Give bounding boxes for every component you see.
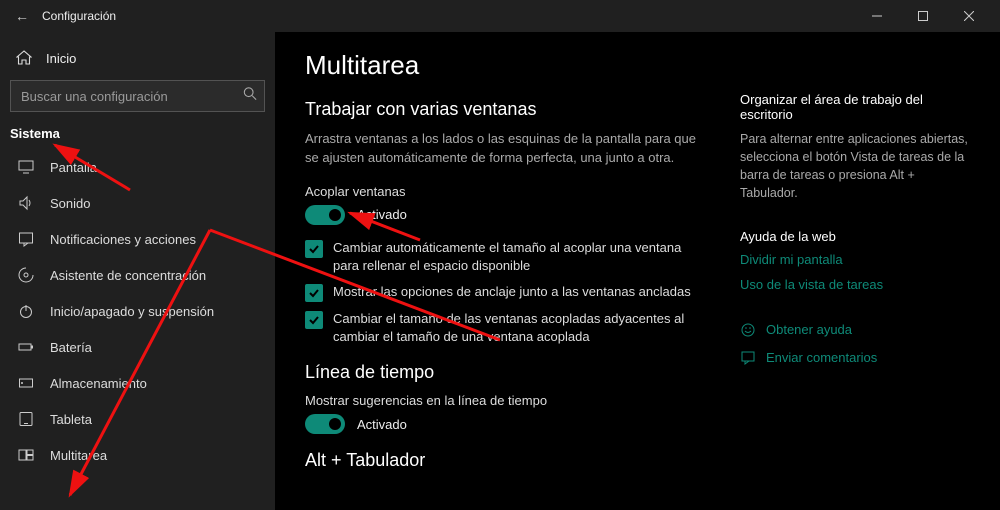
home-label: Inicio (46, 51, 76, 66)
sidebar-item-asistente[interactable]: Asistente de concentración (0, 257, 275, 293)
sidebar-item-almacenamiento[interactable]: Almacenamiento (0, 365, 275, 401)
sidebar-item-label: Notificaciones y acciones (50, 232, 196, 247)
link-label: Obtener ayuda (766, 322, 852, 337)
sidebar-item-label: Pantalla (50, 160, 97, 175)
sidebar-item-label: Batería (50, 340, 92, 355)
tablet-icon (18, 411, 34, 427)
minimize-button[interactable] (854, 0, 900, 32)
link-get-help[interactable]: Obtener ayuda (740, 322, 970, 338)
checkbox-auto-resize[interactable] (305, 240, 323, 258)
category-heading: Sistema (0, 116, 275, 149)
checkbox-resize-adjacent[interactable] (305, 311, 323, 329)
storage-icon (18, 375, 34, 391)
search-input[interactable] (10, 80, 265, 112)
sidebar-item-label: Inicio/apagado y suspensión (50, 304, 214, 319)
display-icon (18, 159, 34, 175)
power-icon (18, 303, 34, 319)
section-heading-snap: Trabajar con varias ventanas (305, 99, 700, 120)
sidebar-item-label: Multitarea (50, 448, 107, 463)
link-label: Enviar comentarios (766, 350, 877, 365)
nav-list: Pantalla Sonido Notificaciones y accione… (0, 149, 275, 473)
multitask-icon (18, 447, 34, 463)
checkbox-label: Cambiar automáticamente el tamaño al aco… (333, 239, 700, 275)
sidebar-item-bateria[interactable]: Batería (0, 329, 275, 365)
sidebar-item-tableta[interactable]: Tableta (0, 401, 275, 437)
focus-icon (18, 267, 34, 283)
search-icon (243, 87, 257, 106)
sidebar-item-label: Tableta (50, 412, 92, 427)
close-button[interactable] (946, 0, 992, 32)
notifications-icon (18, 231, 34, 247)
timeline-label: Mostrar sugerencias en la línea de tiemp… (305, 393, 700, 408)
checkbox-label: Cambiar el tamaño de las ventanas acopla… (333, 310, 700, 346)
checkbox-label: Mostrar las opciones de anclaje junto a … (333, 283, 691, 301)
side-heading-organize: Organizar el área de trabajo del escrito… (740, 92, 970, 122)
sidebar-item-sonido[interactable]: Sonido (0, 185, 275, 221)
snap-toggle-label: Acoplar ventanas (305, 184, 700, 199)
maximize-button[interactable] (900, 0, 946, 32)
search-container (10, 80, 265, 112)
timeline-toggle[interactable] (305, 414, 345, 434)
page-title: Multitarea (305, 50, 700, 81)
sidebar-item-inicio-apagado[interactable]: Inicio/apagado y suspensión (0, 293, 275, 329)
link-split-screen[interactable]: Dividir mi pantalla (740, 252, 970, 267)
section-heading-alttab: Alt + Tabulador (305, 450, 700, 471)
snap-toggle[interactable] (305, 205, 345, 225)
sidebar-item-notificaciones[interactable]: Notificaciones y acciones (0, 221, 275, 257)
sidebar-item-label: Sonido (50, 196, 90, 211)
timeline-toggle-state: Activado (357, 417, 407, 432)
link-feedback[interactable]: Enviar comentarios (740, 350, 970, 366)
feedback-icon (740, 350, 756, 366)
snap-toggle-state: Activado (357, 207, 407, 222)
home-icon (16, 50, 32, 66)
side-organize-desc: Para alternar entre aplicaciones abierta… (740, 130, 970, 203)
section-heading-timeline: Línea de tiempo (305, 362, 700, 383)
back-button[interactable]: ← (8, 8, 36, 24)
sidebar-item-pantalla[interactable]: Pantalla (0, 149, 275, 185)
sidebar: Inicio Sistema Pantalla Sonido Notificac… (0, 32, 275, 510)
sidebar-item-label: Almacenamiento (50, 376, 147, 391)
side-heading-webhelp: Ayuda de la web (740, 229, 970, 244)
sidebar-item-label: Asistente de concentración (50, 268, 206, 283)
battery-icon (18, 339, 34, 355)
window-title: Configuración (42, 9, 116, 23)
title-bar: ← Configuración (0, 0, 1000, 32)
checkbox-show-anchor[interactable] (305, 284, 323, 302)
main-pane: Multitarea Trabajar con varias ventanas … (275, 32, 1000, 510)
sidebar-item-multitarea[interactable]: Multitarea (0, 437, 275, 473)
link-task-view[interactable]: Uso de la vista de tareas (740, 277, 970, 292)
snap-description: Arrastra ventanas a los lados o las esqu… (305, 130, 700, 168)
help-icon (740, 322, 756, 338)
home-button[interactable]: Inicio (0, 42, 275, 74)
sound-icon (18, 195, 34, 211)
